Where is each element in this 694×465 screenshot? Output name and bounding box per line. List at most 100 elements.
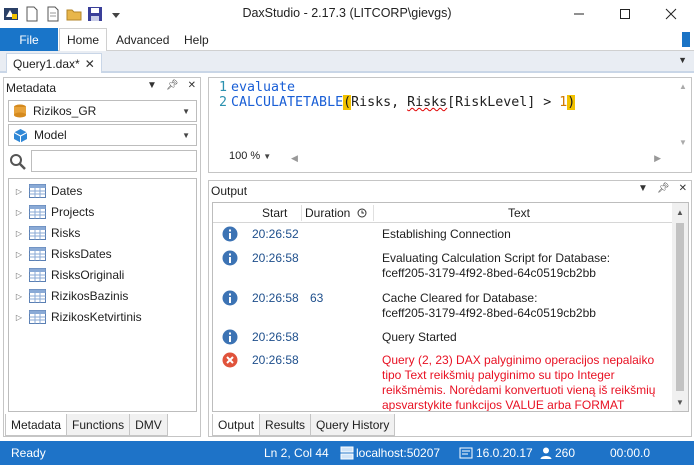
new-document-icon[interactable] [24,6,40,22]
expand-icon[interactable]: ▷ [9,250,29,259]
version-icon [459,447,473,459]
editor-vertical-scrollbar[interactable]: ▲ ▼ [674,78,691,172]
user-icon [540,447,552,459]
table-icon [29,205,46,219]
ribbon: File Home Advanced Help [0,28,694,52]
database-name: Rizikos_GR [33,104,97,118]
info-icon [222,329,238,345]
expand-icon[interactable]: ▷ [9,187,29,196]
column-header-start[interactable]: Start [262,206,287,220]
scroll-right-icon[interactable]: ▶ [654,153,661,164]
scroll-down-icon[interactable]: ▼ [676,398,684,407]
ribbon-pin-indicator[interactable] [682,32,690,47]
search-input[interactable] [31,150,197,172]
query-editor[interactable]: 1 evaluate 2 CALCULATETABLE(Risks, Risks[R… [208,77,692,173]
expand-icon[interactable]: ▷ [9,271,29,280]
output-row-error[interactable]: 20:26:58 Query (2, 23) DAX palyginimo op… [213,351,673,411]
output-row[interactable]: 20:26:58 63 Cache Cleared for Database: … [213,289,673,327]
output-bottom-tabs: Output Results Query History [212,414,396,436]
save-icon[interactable] [87,6,103,22]
tree-item-table[interactable]: ▷ Dates [9,181,82,201]
zoom-level: 100 % [229,150,261,162]
table-icon [29,289,46,303]
new-document-copy-icon[interactable] [45,6,61,22]
tab-query-history[interactable]: Query History [310,414,396,436]
status-ready: Ready [11,446,46,460]
pin-icon[interactable]: 📌︎ [657,183,670,194]
code-line-2: 2 CALCULATETABLE(Risks, Risks[RiskLevel] … [209,95,576,110]
row-message: Query Started [382,330,667,345]
tab-list-dropdown-icon[interactable]: ▼ [678,55,687,65]
status-server[interactable]: localhost:50207 [356,446,440,460]
maximize-button[interactable] [602,0,648,28]
daxstudio-logo-icon [3,6,19,22]
tab-results[interactable]: Results [259,414,312,436]
tab-help[interactable]: Help [177,28,216,52]
table-icon [29,226,46,240]
output-row[interactable]: 20:26:58 Query Started [213,328,673,350]
panel-close-icon[interactable]: ✕ [679,183,687,194]
title-bar: DaxStudio - 2.17.3 (LITCORP\gievgs) [0,0,694,28]
tree-item-table[interactable]: ▷ RisksOriginali [9,265,124,285]
expand-icon[interactable]: ▷ [9,292,29,301]
tab-metadata[interactable]: Metadata [5,414,68,436]
panel-menu-icon[interactable]: ▼ [638,183,648,194]
metadata-tree: ▷ Dates ▷ Projects ▷ Risks ▷ RisksDates … [8,178,197,412]
expand-icon[interactable]: ▷ [9,208,29,217]
panel-menu-icon[interactable]: ▼ [147,80,157,91]
output-panel-header: Output ▼ 📌︎ ✕ [209,181,691,200]
row-start-time: 20:26:52 [252,227,299,241]
panel-close-icon[interactable]: ✕ [188,80,196,91]
scroll-left-icon[interactable]: ◀ [291,153,298,164]
keyword-token: evaluate [231,80,296,95]
tab-functions[interactable]: Functions [66,414,131,436]
tree-item-table[interactable]: ▷ RizikosBazinis [9,286,128,306]
tree-item-table[interactable]: ▷ Projects [9,202,94,222]
tree-item-label: Dates [51,184,83,198]
expand-icon[interactable]: ▷ [9,313,29,322]
function-token: CALCULATETABLE [231,95,344,110]
scroll-up-icon[interactable]: ▲ [679,82,687,91]
model-selector[interactable]: Model ▼ [8,124,197,146]
document-tab-query1[interactable]: Query1.dax* ✕ [6,53,102,73]
output-row[interactable]: 20:26:52 Establishing Connection [213,225,673,247]
minimize-button[interactable] [556,0,602,28]
scrollbar-thumb[interactable] [676,223,684,391]
tree-item-label: Risks [51,226,81,240]
row-message: Query (2, 23) DAX palyginimo operacijos … [382,353,667,411]
code-area[interactable]: 1 evaluate 2 CALCULATETABLE(Risks, Risks[R… [209,80,576,110]
output-panel: Output ▼ 📌︎ ✕ Start Duration Text 20:26:… [208,180,692,437]
tab-advanced[interactable]: Advanced [109,28,176,52]
database-selector[interactable]: Rizikos_GR ▼ [8,100,197,122]
zoom-selector[interactable]: 100 % ▼ [229,150,271,162]
row-message: Cache Cleared for Database: fceff205-317… [382,291,667,321]
row-start-time: 20:26:58 [252,251,299,265]
tree-item-label: RisksDates [51,247,112,261]
scroll-down-icon[interactable]: ▼ [679,138,687,147]
table-icon [29,247,46,261]
pin-icon[interactable]: 📌︎ [166,80,179,91]
scroll-up-icon[interactable]: ▲ [676,208,684,217]
code-line-1: 1 evaluate [209,80,575,95]
file-menu-button[interactable]: File [0,28,58,51]
column-header-duration[interactable]: Duration [305,206,350,220]
customize-toolbar-icon[interactable] [108,6,124,22]
open-folder-icon[interactable] [66,6,82,22]
close-window-button[interactable] [648,0,694,28]
tab-dmv[interactable]: DMV [129,414,168,436]
tab-output[interactable]: Output [212,414,261,436]
column-header-text[interactable]: Text [508,206,530,220]
output-row[interactable]: 20:26:58 Evaluating Calculation Script f… [213,249,673,287]
output-vertical-scrollbar[interactable]: ▲ ▼ [672,203,688,411]
expand-icon[interactable]: ▷ [9,229,29,238]
close-tab-icon[interactable]: ✕ [85,57,95,71]
tree-item-table[interactable]: ▷ Risks [9,223,80,243]
chevron-down-icon: ▼ [182,107,190,116]
line-number: 1 [218,80,227,95]
search-icon [10,154,26,170]
tab-home[interactable]: Home [59,28,108,52]
code-text: [RiskLevel] > [447,95,560,110]
tree-item-table[interactable]: ▷ RisksDates [9,244,112,264]
output-panel-title: Output [211,183,248,198]
tree-item-table[interactable]: ▷ RizikosKetvirtinis [9,307,142,327]
